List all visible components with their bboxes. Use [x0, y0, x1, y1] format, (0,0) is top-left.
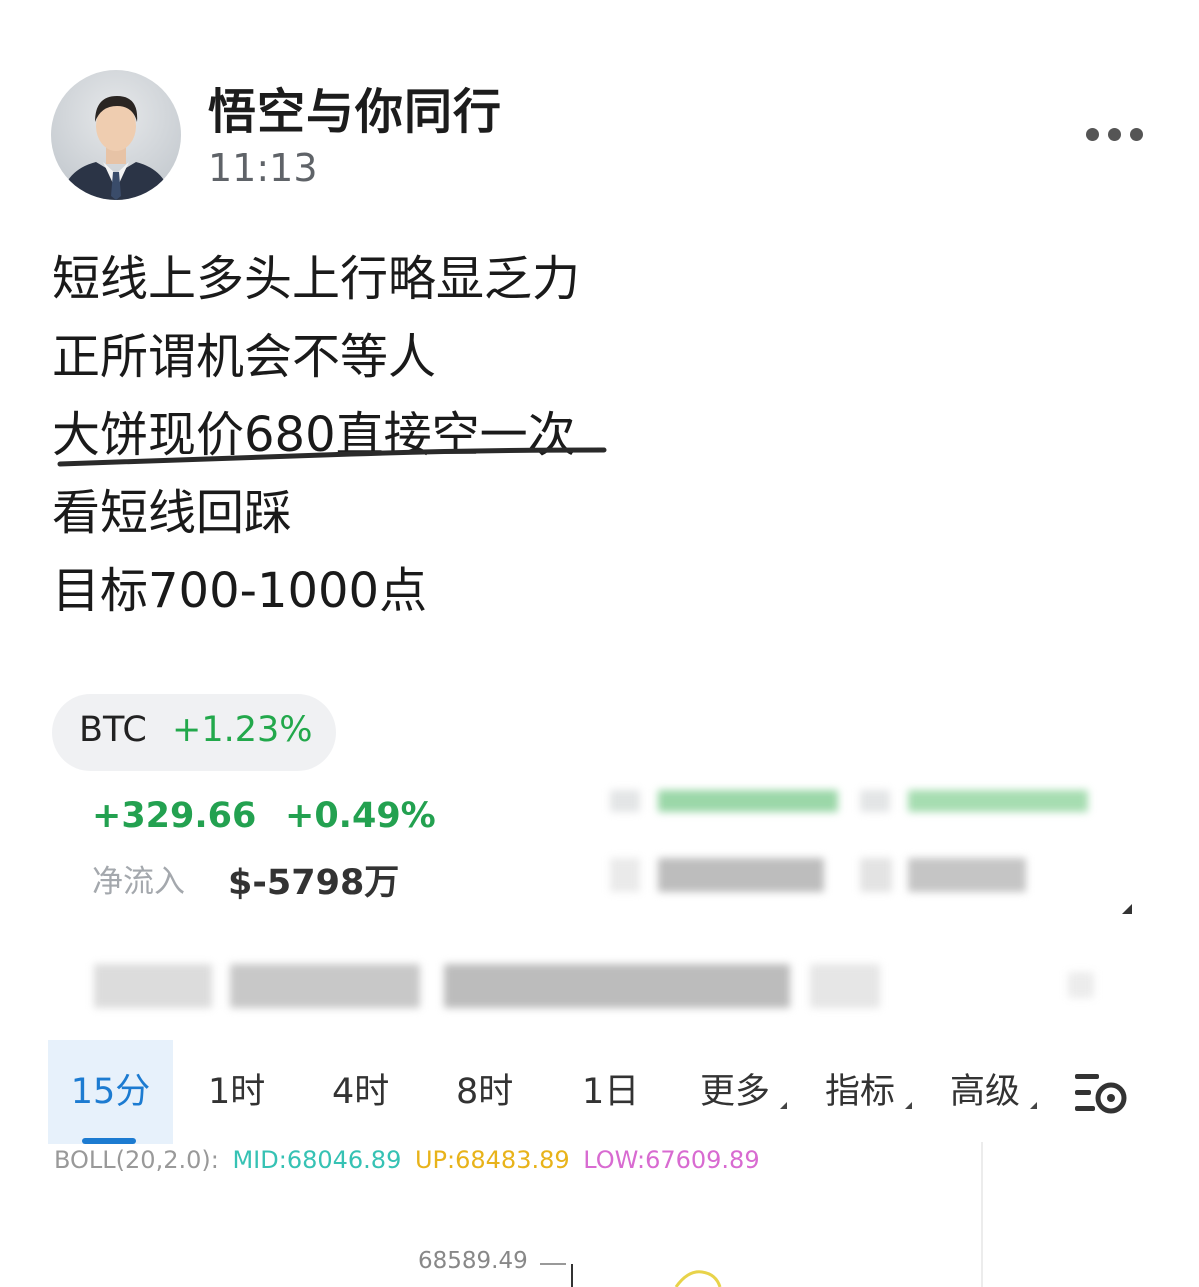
chart-settings-icon[interactable] — [1073, 1070, 1129, 1116]
tab-indicators[interactable]: 指标 — [825, 1040, 915, 1144]
tab-label: 1时 — [208, 1072, 266, 1112]
blurred-region — [658, 858, 824, 892]
ticker-change: +1.23% — [172, 710, 313, 750]
boll-low: LOW:67609.89 — [583, 1146, 760, 1174]
post-line: 正所谓机会不等人 — [52, 329, 437, 385]
tab-label: 8时 — [456, 1072, 514, 1112]
tab-1d[interactable]: 1日 — [582, 1040, 639, 1144]
blurred-region — [810, 964, 880, 1008]
blurred-region — [230, 964, 420, 1008]
blurred-region — [610, 790, 640, 812]
blurred-region — [1068, 972, 1094, 998]
tab-advanced[interactable]: 高级 — [950, 1040, 1040, 1144]
boll-up: UP:68483.89 — [414, 1146, 570, 1174]
price-axis-tick: 68589.49 — [418, 1248, 528, 1274]
blurred-region — [908, 858, 1026, 892]
post-line-highlighted: 大饼现价680直接空一次 — [52, 396, 607, 474]
tab-label: 15分 — [70, 1072, 151, 1112]
author-avatar[interactable] — [51, 70, 181, 200]
blurred-region — [94, 964, 212, 1008]
tab-1h[interactable]: 1时 — [208, 1040, 265, 1144]
net-inflow-value: $-5798万 — [228, 863, 400, 903]
timeframe-tabbar: 15分 1时 4时 8时 1日 更多 指标 高级 — [48, 1040, 1158, 1144]
tab-label: 4时 — [332, 1072, 390, 1112]
boll-label: BOLL(20,2.0): — [54, 1146, 219, 1174]
dropdown-caret-icon — [1030, 1102, 1037, 1109]
tab-label: 1日 — [582, 1072, 640, 1112]
net-inflow-label: 净流入 — [92, 864, 185, 900]
ticker-chip[interactable]: BTC +1.23% — [52, 694, 336, 771]
ticker-symbol: BTC — [79, 710, 147, 750]
blurred-region — [908, 790, 1088, 812]
boll-mid: MID:68046.89 — [232, 1146, 402, 1174]
tab-label: 高级 — [950, 1072, 1021, 1112]
boll-indicator-line: BOLL(20,2.0): MID:68046.89 UP:68483.89 L… — [54, 1146, 766, 1174]
boll-up-curve — [674, 1270, 722, 1287]
post-time: 11:13 — [208, 146, 318, 190]
blurred-region — [658, 790, 838, 812]
post-line: 看短线回踩 — [52, 485, 293, 541]
corner-caret-icon — [1122, 904, 1132, 914]
dropdown-caret-icon — [780, 1102, 787, 1109]
post-body: 短线上多头上行略显乏力 正所谓机会不等人 大饼现价680直接空一次 看短线回踩 … — [52, 240, 607, 630]
tab-15min[interactable]: 15分 — [48, 1040, 173, 1144]
tab-8h[interactable]: 8时 — [456, 1040, 513, 1144]
dropdown-caret-icon — [905, 1102, 912, 1109]
tab-4h[interactable]: 4时 — [332, 1040, 389, 1144]
blurred-region — [610, 858, 640, 892]
blurred-region — [860, 790, 890, 812]
post-line: 目标700-1000点 — [52, 563, 428, 619]
tab-label: 更多 — [700, 1072, 771, 1112]
price-change: +329.66 — [92, 796, 257, 836]
post-line: 短线上多头上行略显乏力 — [52, 251, 581, 307]
blurred-region — [860, 858, 892, 892]
highlighted-text: 大饼现价680直接空一次 — [52, 396, 607, 474]
tab-label: 指标 — [825, 1072, 896, 1112]
active-tab-indicator — [82, 1138, 136, 1144]
author-name[interactable]: 悟空与你同行 — [208, 72, 502, 142]
more-options-icon[interactable] — [1080, 118, 1150, 152]
tab-more[interactable]: 更多 — [700, 1040, 790, 1144]
price-change-pct: +0.49% — [285, 796, 436, 836]
blurred-region — [444, 964, 790, 1008]
highlighted-text-content: 大饼现价680直接空一次 — [52, 407, 576, 463]
